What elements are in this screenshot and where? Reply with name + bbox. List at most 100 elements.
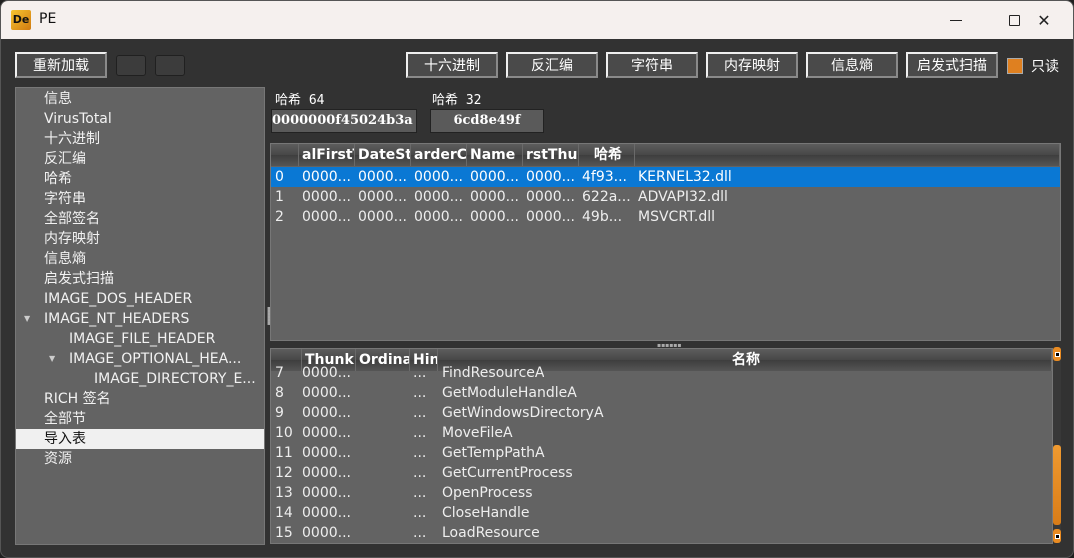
tree-item[interactable]: 反汇编	[16, 149, 264, 169]
column-header[interactable]	[271, 144, 299, 166]
table-cell: OpenProcess	[442, 485, 533, 501]
functions-scrollbar[interactable]	[1053, 347, 1061, 543]
table-row[interactable]: 12 0000...... GetCurrentProcess	[271, 463, 1052, 483]
title-bar: De PE ✕	[1, 1, 1073, 39]
hash64-label: 哈希 64	[275, 93, 325, 108]
column-header[interactable]: 哈希	[579, 144, 635, 166]
forward-button[interactable]	[155, 55, 185, 76]
table-row[interactable]: 8 0000...... GetModuleHandleA	[271, 383, 1052, 403]
table-cell: GetModuleHandleA	[442, 385, 577, 401]
table-cell: 0000...	[302, 485, 351, 501]
table-cell: ...	[413, 485, 427, 501]
table-row[interactable]: 15 0000...... LoadResource	[271, 523, 1052, 543]
table-row[interactable]: 10 0000...... MoveFileA	[271, 423, 1052, 443]
table-cell: 0000...	[414, 209, 463, 225]
column-header[interactable]: Name	[467, 144, 523, 166]
tree-item[interactable]: IMAGE_DIRECTORY_E...	[16, 369, 264, 389]
memory-map-button[interactable]: 内存映射	[706, 52, 798, 78]
table-row[interactable]: 9 0000...... GetWindowsDirectoryA	[271, 403, 1052, 423]
disasm-button[interactable]: 反汇编	[506, 52, 598, 78]
table-cell: ...	[413, 465, 427, 481]
tree-item[interactable]: 全部节	[16, 409, 264, 429]
column-header[interactable]	[635, 144, 1060, 166]
tree-item-label: 内存映射	[44, 231, 100, 247]
table-cell: 0000...	[358, 169, 407, 185]
minimize-icon	[950, 19, 962, 21]
tree-item[interactable]: 信息	[16, 89, 264, 109]
table-cell: 0000...	[358, 189, 407, 205]
tree-item[interactable]: IMAGE_FILE_HEADER	[16, 329, 264, 349]
table-cell: 9	[275, 405, 284, 421]
tree-item[interactable]: 全部签名	[16, 209, 264, 229]
tree-item-label: 字符串	[44, 191, 86, 207]
tree-item[interactable]: RICH 签名	[16, 389, 264, 409]
hex-button[interactable]: 十六进制	[406, 52, 498, 78]
table-row[interactable]: 2 0000... 0000... 0000... 0000... 0000... 49b.…	[271, 207, 1060, 227]
table-cell: 0000...	[470, 189, 519, 205]
table-cell: GetCurrentProcess	[442, 465, 573, 481]
table-cell: ...	[413, 445, 427, 461]
tree-item[interactable]: 导入表	[16, 429, 264, 449]
tree-item[interactable]: IMAGE_DOS_HEADER	[16, 289, 264, 309]
tree-item-label: 哈希	[44, 171, 72, 187]
table-cell: 4f93...	[582, 169, 628, 185]
column-header[interactable]: alFirstT	[299, 144, 355, 166]
minimize-button[interactable]	[927, 1, 985, 39]
column-header[interactable]: DateSt	[355, 144, 411, 166]
tree-item[interactable]: 十六进制	[16, 129, 264, 149]
entropy-button[interactable]: 信息熵	[806, 52, 898, 78]
table-cell: 13	[275, 485, 293, 501]
table-cell: 15	[275, 525, 293, 541]
tree-item[interactable]: ▼ IMAGE_NT_HEADERS	[16, 309, 264, 329]
tree-item-label: 反汇编	[44, 151, 86, 167]
tree-item-label: 十六进制	[44, 131, 100, 147]
table-cell: ADVAPI32.dll	[638, 189, 728, 205]
scroll-up-button[interactable]	[1053, 347, 1061, 361]
readonly-checkbox[interactable]	[1007, 58, 1023, 74]
table-cell: LoadResource	[442, 525, 540, 541]
table-row[interactable]: 11 0000...... GetTempPathA	[271, 443, 1052, 463]
table-cell: ...	[413, 385, 427, 401]
table-cell: 1	[275, 189, 284, 205]
tree-item[interactable]: ▼ IMAGE_OPTIONAL_HEA...	[16, 349, 264, 369]
expand-arrow-icon[interactable]: ▼	[24, 309, 30, 329]
tree-item[interactable]: 信息熵	[16, 249, 264, 269]
table-cell: 0	[275, 169, 284, 185]
tree-item-label: 导入表	[44, 431, 86, 447]
tree-item[interactable]: 字符串	[16, 189, 264, 209]
table-row[interactable]: 1 0000... 0000... 0000... 0000... 0000... 622a…	[271, 187, 1060, 207]
tree-item[interactable]: VirusTotal	[16, 109, 264, 129]
window-title: PE	[39, 11, 57, 27]
table-cell: ...	[413, 365, 427, 381]
table-cell: 14	[275, 505, 293, 521]
table-row[interactable]: 7 0000...... FindResourceA	[271, 363, 1052, 383]
column-header[interactable]: arderC	[411, 144, 467, 166]
tree-item[interactable]: 内存映射	[16, 229, 264, 249]
table-cell: 8	[275, 385, 284, 401]
back-button[interactable]	[116, 55, 146, 76]
table-row[interactable]: 0 0000... 0000... 0000... 0000... 0000... 4f93…	[271, 167, 1060, 187]
tree-item[interactable]: 启发式扫描	[16, 269, 264, 289]
tree-item-label: IMAGE_FILE_HEADER	[69, 331, 216, 347]
tree-item-label: 启发式扫描	[44, 271, 114, 287]
table-row[interactable]: 13 0000...... OpenProcess	[271, 483, 1052, 503]
table-cell: MSVCRT.dll	[638, 209, 716, 225]
table-cell: 0000...	[358, 209, 407, 225]
column-header[interactable]: rstThur	[523, 144, 579, 166]
table-cell: 7	[275, 365, 284, 381]
scroll-down-button[interactable]	[1053, 529, 1061, 543]
scroll-thumb[interactable]	[1053, 445, 1061, 525]
reload-button[interactable]: 重新加载	[15, 52, 107, 78]
table-row[interactable]: 14 0000...... CloseHandle	[271, 503, 1052, 523]
strings-button[interactable]: 字符串	[606, 52, 698, 78]
imports-table: alFirstTDateStarderCNamerstThur哈希 0 0000..…	[270, 143, 1061, 341]
heuristic-scan-button[interactable]: 启发式扫描	[906, 52, 998, 78]
table-cell: 10	[275, 425, 293, 441]
hash64-field[interactable]: 0000000f45024b3a	[271, 109, 417, 133]
tree-item[interactable]: 资源	[16, 449, 264, 469]
close-button[interactable]: ✕	[1015, 1, 1073, 39]
expand-arrow-icon[interactable]: ▼	[49, 349, 55, 369]
tree-item[interactable]: 哈希	[16, 169, 264, 189]
tree-item-label: 资源	[44, 451, 72, 467]
hash32-field[interactable]: 6cd8e49f	[430, 109, 544, 133]
